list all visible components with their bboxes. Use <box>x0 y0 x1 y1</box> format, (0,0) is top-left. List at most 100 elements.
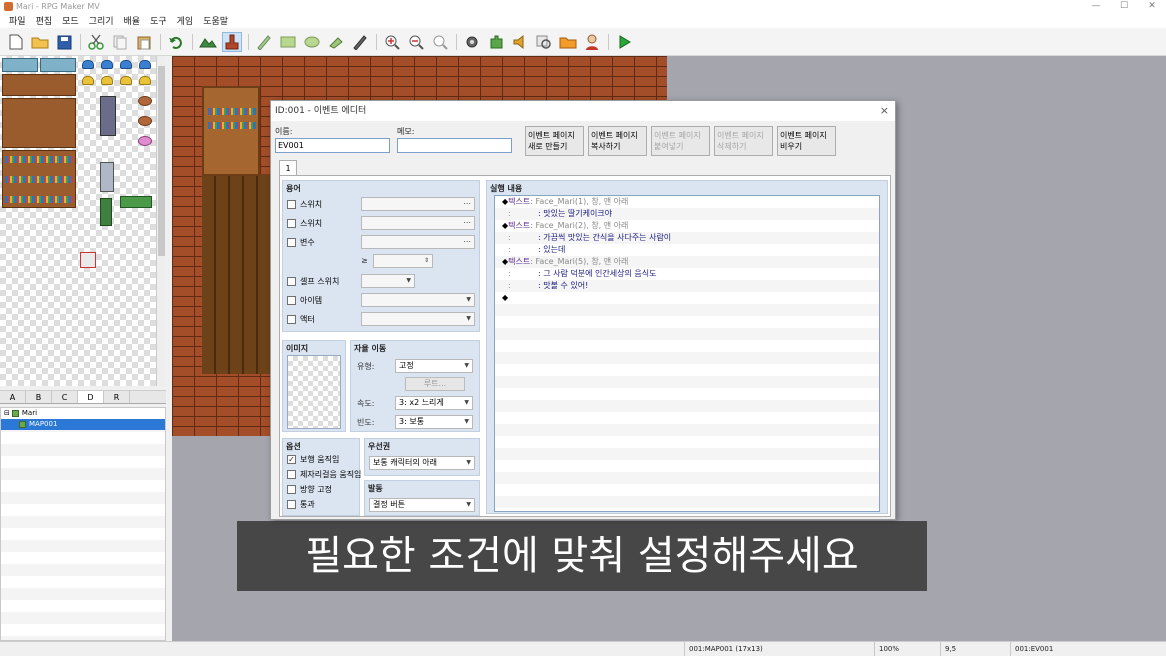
database-icon[interactable] <box>462 32 482 52</box>
checkbox[interactable] <box>287 315 296 324</box>
command-line[interactable]: :: 그 사람 덕분에 인간세상의 음식도 <box>495 268 879 280</box>
switch2-checkbox[interactable]: 스위치 <box>287 218 322 229</box>
copy-icon[interactable] <box>110 32 130 52</box>
copy-page-button[interactable]: 이벤트 페이지 복사하기 <box>588 126 647 156</box>
checkbox[interactable] <box>287 470 296 479</box>
tab-a[interactable]: A <box>0 391 26 403</box>
open-folder-icon[interactable] <box>30 32 50 52</box>
self-switch-select[interactable]: ▼ <box>361 274 415 288</box>
sound-icon[interactable] <box>510 32 530 52</box>
menu-scale[interactable]: 배율 <box>119 14 146 27</box>
route-button[interactable]: 루트... <box>405 377 465 391</box>
actual-size-icon[interactable] <box>430 32 450 52</box>
cut-icon[interactable] <box>86 32 106 52</box>
actor-select[interactable]: ▼ <box>361 312 475 326</box>
event-mode-icon[interactable] <box>222 32 242 52</box>
checkbox[interactable] <box>287 296 296 305</box>
scroll-thumb[interactable] <box>158 66 165 256</box>
menu-edit[interactable]: 편집 <box>31 14 58 27</box>
through-checkbox[interactable]: 통과 <box>287 499 315 510</box>
command-line[interactable]: :: 가끔씩 맛있는 간식을 사다주는 사람이 <box>495 232 879 244</box>
command-line[interactable]: ◆ <box>495 292 879 304</box>
shadow-pen-icon[interactable] <box>350 32 370 52</box>
variable-value-spinner[interactable]: ⇕ <box>373 254 433 268</box>
movement-frequency-select[interactable]: 3: 보통 ▼ <box>395 415 473 429</box>
close-icon[interactable]: × <box>880 101 889 121</box>
memo-input[interactable] <box>397 138 512 153</box>
tab-b[interactable]: B <box>26 391 52 403</box>
menu-help[interactable]: 도움말 <box>198 14 233 27</box>
stepping-checkbox[interactable]: 제자리걸음 움직임 <box>287 469 361 480</box>
tab-c[interactable]: C <box>52 391 78 403</box>
trigger-select[interactable]: 결정 버튼 ▼ <box>369 498 475 512</box>
switch1-select[interactable]: ... <box>361 197 475 211</box>
rectangle-icon[interactable] <box>278 32 298 52</box>
minimize-icon[interactable]: — <box>1082 0 1110 12</box>
new-page-button[interactable]: 이벤트 페이지 새로 만들기 <box>525 126 584 156</box>
variable-checkbox[interactable]: 변수 <box>287 237 315 248</box>
checkbox[interactable] <box>287 219 296 228</box>
menu-game[interactable]: 게임 <box>172 14 199 27</box>
item-select[interactable]: ▼ <box>361 293 475 307</box>
command-line[interactable]: ◆텍스트: Face_Mari(5), 창, 맨 아래 <box>495 256 879 268</box>
clear-page-button[interactable]: 이벤트 페이지 비우기 <box>777 126 836 156</box>
delete-page-button[interactable]: 이벤트 페이지 삭제하기 <box>714 126 773 156</box>
undo-icon[interactable] <box>166 32 186 52</box>
checkbox[interactable] <box>287 485 296 494</box>
switch1-checkbox[interactable]: 스위치 <box>287 199 322 210</box>
command-line[interactable]: :: 맛있는 딸기케이크야 <box>495 208 879 220</box>
event-command-list[interactable]: ◆텍스트: Face_Mari(1), 창, 맨 아래 :: 맛있는 딸기케이크… <box>494 195 880 512</box>
paste-page-button[interactable]: 이벤트 페이지 붙여넣기 <box>651 126 710 156</box>
tileset-scrollbar[interactable] <box>156 56 166 386</box>
checkbox[interactable] <box>287 277 296 286</box>
image-group: 이미지 <box>282 340 346 432</box>
command-line[interactable]: :: 맛볼 수 있어! <box>495 280 879 292</box>
item-checkbox[interactable]: 아이템 <box>287 295 322 306</box>
checkbox[interactable] <box>287 200 296 209</box>
checkbox[interactable] <box>287 500 296 509</box>
tab-r[interactable]: R <box>104 391 130 403</box>
movement-speed-select[interactable]: 3: x2 느리게 ▼ <box>395 396 473 410</box>
command-line[interactable]: ◆텍스트: Face_Mari(2), 창, 맨 아래 <box>495 220 879 232</box>
tree-project[interactable]: ⊟ Mari <box>1 408 165 419</box>
menu-tools[interactable]: 도구 <box>145 14 172 27</box>
fill-icon[interactable] <box>326 32 346 52</box>
switch2-select[interactable]: ... <box>361 216 475 230</box>
variable-select[interactable]: ... <box>361 235 475 249</box>
menu-file[interactable]: 파일 <box>4 14 31 27</box>
menu-draw[interactable]: 그리기 <box>84 14 119 27</box>
priority-select[interactable]: 보통 캐릭터의 아래 ▼ <box>369 456 475 470</box>
movement-type-select[interactable]: 고정 ▼ <box>395 359 473 373</box>
command-line[interactable]: ◆텍스트: Face_Mari(1), 창, 맨 아래 <box>495 196 879 208</box>
zoom-in-icon[interactable] <box>382 32 402 52</box>
self-switch-checkbox[interactable]: 셀프 스위치 <box>287 276 339 287</box>
status-map: 001:MAP001 (17x13) <box>684 642 874 656</box>
name-input[interactable]: EV001 <box>275 138 390 153</box>
tileset-palette[interactable] <box>0 56 166 386</box>
walking-checkbox[interactable]: ✓ 보행 움직임 <box>287 454 339 465</box>
close-window-icon[interactable]: ✕ <box>1138 0 1166 12</box>
paste-icon[interactable] <box>134 32 154 52</box>
playtest-icon[interactable] <box>614 32 634 52</box>
direction-fix-checkbox[interactable]: 방향 고정 <box>287 484 332 495</box>
tab-page-1[interactable]: 1 <box>279 160 297 176</box>
actor-checkbox[interactable]: 액터 <box>287 314 315 325</box>
pencil-icon[interactable] <box>254 32 274 52</box>
plugin-icon[interactable] <box>486 32 506 52</box>
event-image-picker[interactable] <box>287 355 341 429</box>
zoom-out-icon[interactable] <box>406 32 426 52</box>
checkbox[interactable] <box>287 238 296 247</box>
checkbox-checked[interactable]: ✓ <box>287 455 296 464</box>
tree-map-item[interactable]: MAP001 <box>1 419 165 430</box>
tab-d[interactable]: D <box>78 391 104 403</box>
resource-icon[interactable] <box>558 32 578 52</box>
event-search-icon[interactable] <box>534 32 554 52</box>
character-generator-icon[interactable] <box>582 32 602 52</box>
new-file-icon[interactable] <box>6 32 26 52</box>
map-mode-icon[interactable] <box>198 32 218 52</box>
command-line[interactable]: :: 있는데 <box>495 244 879 256</box>
maximize-icon[interactable]: ☐ <box>1110 0 1138 12</box>
ellipse-icon[interactable] <box>302 32 322 52</box>
save-icon[interactable] <box>54 32 74 52</box>
menu-mode[interactable]: 모드 <box>57 14 84 27</box>
